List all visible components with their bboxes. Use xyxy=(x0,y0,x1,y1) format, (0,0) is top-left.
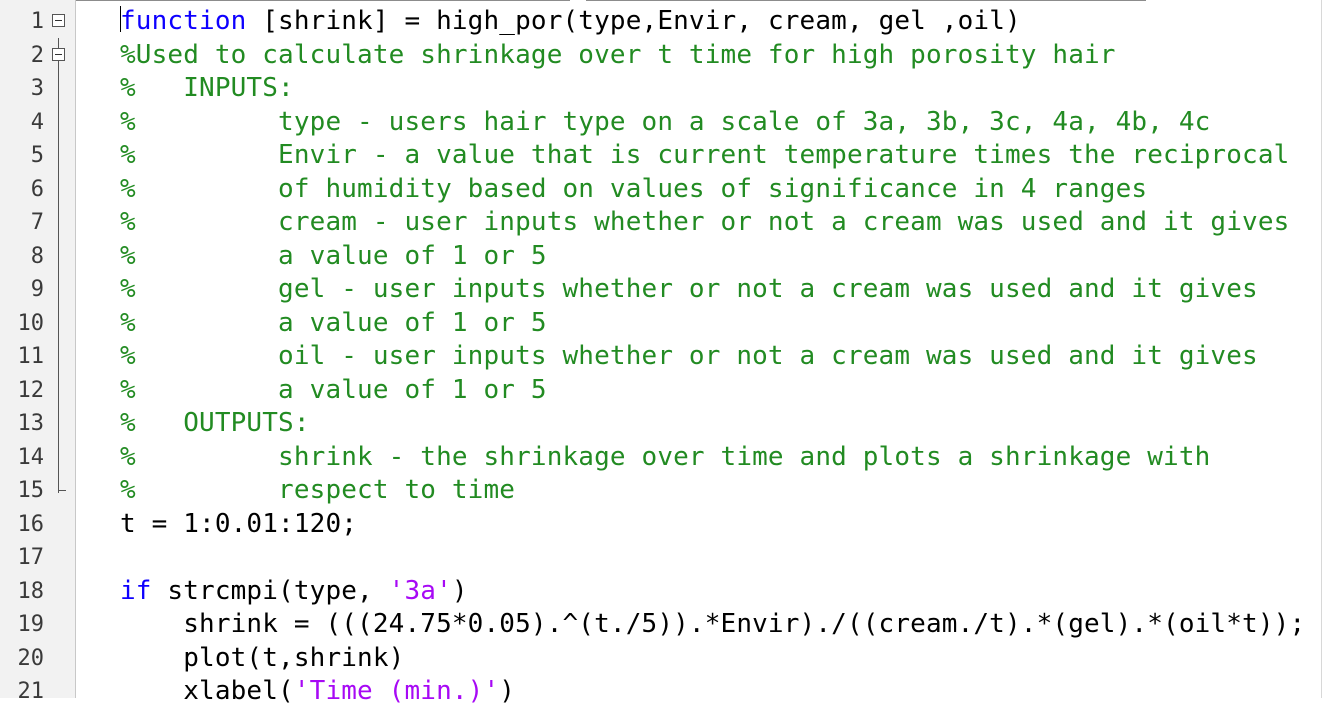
code-text[interactable]: %Used to calculate shrinkage over t time… xyxy=(120,39,1116,73)
comment-token: % OUTPUTS: xyxy=(120,408,310,438)
comment-token: % a value of 1 or 5 xyxy=(120,240,547,271)
code-token: ) xyxy=(451,575,468,606)
comment-token: % of humidity based on values of signifi… xyxy=(120,173,1148,204)
comment-token: % INPUTS: xyxy=(120,73,294,103)
code-text[interactable]: t = 1:0.01:120; xyxy=(120,508,357,542)
code-line[interactable]: 17 xyxy=(0,541,1330,575)
code-line[interactable]: 11 % oil - user inputs whether or not a c… xyxy=(0,340,1330,374)
comment-token: % type - users hair type on a scale of 3… xyxy=(120,106,1211,137)
comment-token: % oil - user inputs whether or not a cre… xyxy=(120,341,1258,371)
string-token: 'Time (min.)' xyxy=(293,676,500,706)
code-text[interactable]: if strcmpi(type, '3a') xyxy=(120,575,468,609)
comment-token: % Envir - a value that is current temper… xyxy=(120,140,1290,170)
editor-top-border xyxy=(0,0,1330,3)
code-text[interactable]: % of humidity based on values of signifi… xyxy=(120,173,1147,207)
line-number: 19 xyxy=(17,612,45,637)
line-number: 21 xyxy=(17,679,45,704)
code-line[interactable]: 18 if strcmpi(type, '3a') xyxy=(0,575,1330,609)
code-text[interactable]: % oil - user inputs whether or not a cre… xyxy=(120,340,1258,374)
code-line[interactable]: 13 % OUTPUTS: xyxy=(0,407,1330,441)
code-line[interactable]: 5 % Envir - a value that is current tempe… xyxy=(0,139,1330,173)
code-line[interactable]: 16 t = 1:0.01:120; xyxy=(0,508,1330,542)
line-number: 12 xyxy=(17,377,45,403)
code-text[interactable]: shrink = (((24.75*0.05).^(t./5)).*Envir)… xyxy=(120,608,1305,642)
string-token: '3a' xyxy=(388,575,452,606)
code-line[interactable]: 21 xlabel('Time (min.)') xyxy=(0,675,1330,709)
text-cursor xyxy=(120,6,121,32)
code-text[interactable]: % INPUTS: xyxy=(120,72,294,106)
line-number: 20 xyxy=(17,645,45,671)
tab-strip-left xyxy=(0,0,570,4)
code-line[interactable]: 15 % respect to time xyxy=(0,474,1330,508)
line-number: 9 xyxy=(30,277,44,302)
keyword-token: function xyxy=(120,6,247,36)
code-line[interactable]: 2 %Used to calculate shrinkage over t tim… xyxy=(0,39,1330,73)
code-text[interactable]: % a value of 1 or 5 xyxy=(120,374,547,408)
line-number: 8 xyxy=(30,243,44,269)
code-text[interactable]: % OUTPUTS: xyxy=(120,407,310,441)
code-token: strcmpi(type, xyxy=(151,575,389,606)
code-text[interactable]: % gel - user inputs whether or not a cre… xyxy=(120,273,1258,307)
line-number: 17 xyxy=(17,545,45,570)
code-token: xlabel( xyxy=(120,676,294,706)
code-text[interactable]: % cream - user inputs whether or not a c… xyxy=(120,206,1289,240)
line-number: 7 xyxy=(30,210,44,235)
line-number: 13 xyxy=(17,411,45,436)
line-number: 2 xyxy=(30,42,44,68)
line-number: 15 xyxy=(17,478,45,503)
code-line[interactable]: 6 % of humidity based on values of signif… xyxy=(0,173,1330,207)
comment-token: % cream - user inputs whether or not a c… xyxy=(120,207,1290,237)
code-text[interactable]: % a value of 1 or 5 xyxy=(120,240,547,274)
comment-token: % a value of 1 or 5 xyxy=(120,374,547,405)
keyword-token: if xyxy=(120,575,152,606)
comment-token: % shrink - the shrinkage over time and p… xyxy=(120,441,1211,472)
code-line[interactable]: 12 % a value of 1 or 5 xyxy=(0,374,1330,408)
code-line[interactable]: 19 shrink = (((24.75*0.05).^(t./5)).*Env… xyxy=(0,608,1330,642)
code-line[interactable]: 20 plot(t,shrink) xyxy=(0,642,1330,676)
line-number: 14 xyxy=(17,444,45,470)
comment-token: % respect to time xyxy=(120,475,516,505)
fold-collapse-icon[interactable] xyxy=(52,47,65,61)
code-token: [shrink] = high_por(type,Envir, cream, g… xyxy=(246,6,1021,36)
code-text[interactable]: function [shrink] = high_por(type,Envir,… xyxy=(120,5,1021,39)
code-text[interactable]: % respect to time xyxy=(120,474,515,508)
code-token: plot(t,shrink) xyxy=(120,642,405,673)
line-number: 18 xyxy=(17,578,45,604)
line-number: 11 xyxy=(17,344,45,369)
code-line[interactable]: 3 % INPUTS: xyxy=(0,72,1330,106)
code-text[interactable]: xlabel('Time (min.)') xyxy=(120,675,515,709)
code-token: t = 1:0.01:120; xyxy=(120,508,358,539)
comment-token: % a value of 1 or 5 xyxy=(120,307,547,338)
line-number: 16 xyxy=(17,511,45,537)
code-text[interactable]: % Envir - a value that is current temper… xyxy=(120,139,1289,173)
line-number: 10 xyxy=(17,310,45,336)
code-token: ) xyxy=(499,676,516,706)
comment-token: % gel - user inputs whether or not a cre… xyxy=(120,274,1258,304)
code-line[interactable]: 14 % shrink - the shrinkage over time and… xyxy=(0,441,1330,475)
code-text[interactable]: % a value of 1 or 5 xyxy=(120,307,547,341)
line-number: 6 xyxy=(30,176,44,202)
fold-collapse-icon[interactable] xyxy=(52,14,65,27)
code-line[interactable]: 10 % a value of 1 or 5 xyxy=(0,307,1330,341)
line-number: 1 xyxy=(30,9,44,34)
code-text[interactable]: % type - users hair type on a scale of 3… xyxy=(120,106,1210,140)
code-token: shrink = (((24.75*0.05).^(t./5)).*Envir)… xyxy=(120,609,1306,639)
code-text[interactable]: plot(t,shrink) xyxy=(120,642,404,676)
comment-token: %Used to calculate shrinkage over t time… xyxy=(120,39,1116,70)
code-line[interactable]: 7 % cream - user inputs whether or not a … xyxy=(0,206,1330,240)
code-line[interactable]: 4 % type - users hair type on a scale of … xyxy=(0,106,1330,140)
line-number: 5 xyxy=(30,143,44,168)
code-line[interactable]: 1 function [shrink] = high_por(type,Envir… xyxy=(0,5,1330,39)
code-line[interactable]: 8 % a value of 1 or 5 xyxy=(0,240,1330,274)
code-text[interactable]: % shrink - the shrinkage over time and p… xyxy=(120,441,1210,475)
tab-strip-right xyxy=(586,0,1146,4)
line-number: 3 xyxy=(30,76,44,101)
fold-end-marker xyxy=(58,490,66,491)
code-line[interactable]: 9 % gel - user inputs whether or not a cr… xyxy=(0,273,1330,307)
line-number: 4 xyxy=(30,109,44,135)
